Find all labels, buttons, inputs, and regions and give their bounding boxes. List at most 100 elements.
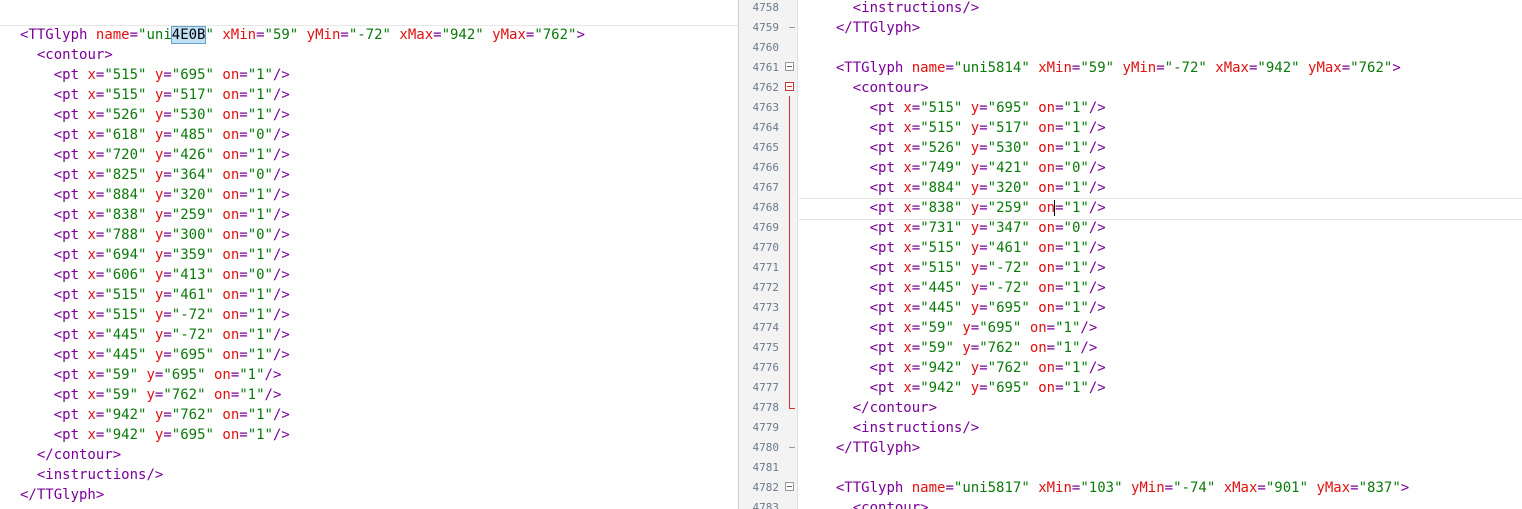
code-line[interactable]: <pt x="720" y="426" on="1"/> — [0, 145, 738, 165]
code-line[interactable]: 4766 <pt x="749" y="421" on="0"/> — [739, 158, 1522, 178]
code-line-text: <pt x="59" y="695" on="1"/> — [819, 318, 1098, 338]
code-token: = — [979, 100, 988, 116]
code-line[interactable]: <pt x="445" y="695" on="1"/> — [0, 345, 738, 365]
fold-toggle-icon[interactable] — [785, 82, 794, 91]
code-line[interactable]: <pt x="59" y="695" on="1"/> — [0, 365, 738, 385]
code-token: y — [970, 280, 980, 296]
code-token: xMax — [1223, 480, 1258, 496]
code-line[interactable]: 4782 <TTGlyph name="uni5817" xMin="103" … — [739, 478, 1522, 498]
code-line[interactable]: 4769 <pt x="731" y="347" on="0"/> — [739, 218, 1522, 238]
code-token: x — [903, 240, 912, 256]
code-line[interactable]: 4771 <pt x="515" y="-72" on="1"/> — [739, 258, 1522, 278]
code-line-text: <pt x="606" y="413" on="0"/> — [20, 265, 290, 285]
code-line[interactable]: <pt x="694" y="359" on="1"/> — [0, 245, 738, 265]
code-token: xMin — [222, 27, 257, 43]
code-line[interactable]: 4773 <pt x="445" y="695" on="1"/> — [739, 298, 1522, 318]
code-token: /> — [962, 0, 980, 16]
code-token: pt — [878, 180, 895, 196]
code-token: = — [1156, 60, 1165, 76]
code-line[interactable]: 4774 <pt x="59" y="695" on="1"/> — [739, 318, 1522, 338]
left-editor-pane[interactable]: <TTGlyph name="uni4E0B" xMin="59" yMin="… — [0, 0, 738, 509]
code-line[interactable]: 4783 <contour> — [739, 498, 1522, 509]
code-token: x — [903, 320, 912, 336]
code-line[interactable]: 4763 <pt x="515" y="695" on="1"/> — [739, 98, 1522, 118]
code-line[interactable]: 4764 <pt x="515" y="517" on="1"/> — [739, 118, 1522, 138]
code-line[interactable]: <pt x="606" y="413" on="0"/> — [0, 265, 738, 285]
code-token: /> — [272, 67, 290, 83]
code-line[interactable]: <pt x="825" y="364" on="0"/> — [0, 165, 738, 185]
code-token: "838" — [104, 207, 147, 223]
code-line[interactable]: <pt x="884" y="320" on="1"/> — [0, 185, 738, 205]
code-line[interactable]: </contour> — [0, 445, 738, 465]
code-line[interactable]: <pt x="515" y="461" on="1"/> — [0, 285, 738, 305]
code-line[interactable]: 4765 <pt x="526" y="530" on="1"/> — [739, 138, 1522, 158]
code-line[interactable]: <pt x="515" y="517" on="1"/> — [0, 85, 738, 105]
code-token: "838" — [920, 200, 963, 216]
code-line[interactable]: <pt x="838" y="259" on="1"/> — [0, 205, 738, 225]
fold-toggle-icon[interactable] — [785, 482, 794, 491]
code-token: "259" — [987, 200, 1030, 216]
code-line[interactable]: <pt x="942" y="695" on="1"/> — [0, 425, 738, 445]
code-line[interactable]: <TTGlyph name="uni4E0B" xMin="59" yMin="… — [0, 25, 738, 45]
code-token: x — [903, 140, 912, 156]
code-line[interactable]: 4772 <pt x="445" y="-72" on="1"/> — [739, 278, 1522, 298]
code-token: x — [87, 187, 96, 203]
code-line[interactable]: 4759 </TTGlyph> — [739, 18, 1522, 38]
code-line[interactable]: 4777 <pt x="942" y="695" on="1"/> — [739, 378, 1522, 398]
code-line[interactable]: 4762 <contour> — [739, 78, 1522, 98]
code-line[interactable]: <pt x="942" y="762" on="1"/> — [0, 405, 738, 425]
code-line[interactable]: <pt x="445" y="-72" on="1"/> — [0, 325, 738, 345]
code-line[interactable]: 4758 <instructions/> — [739, 0, 1522, 18]
code-line[interactable]: 4761 <TTGlyph name="uni5814" xMin="59" y… — [739, 58, 1522, 78]
code-line[interactable]: 4776 <pt x="942" y="762" on="1"/> — [739, 358, 1522, 378]
code-token: on — [222, 87, 240, 103]
code-token: /> — [272, 327, 290, 343]
code-line[interactable]: 4768 <pt x="838" y="259" on="1"/> — [739, 198, 1522, 218]
right-editor-pane[interactable]: 4758 <instructions/> 4759 </TTGlyph> 4760 4… — [738, 0, 1522, 509]
code-line[interactable]: 4770 <pt x="515" y="461" on="1"/> — [739, 238, 1522, 258]
code-token: x — [903, 220, 912, 236]
code-token: "413" — [171, 267, 214, 283]
code-token: < — [869, 120, 879, 136]
code-area[interactable]: 4758 <instructions/> 4759 </TTGlyph> 4760 4… — [739, 0, 1522, 509]
code-line[interactable]: <pt x="515" y="-72" on="1"/> — [0, 305, 738, 325]
code-line[interactable]: <pt x="59" y="762" on="1"/> — [0, 385, 738, 405]
code-token: TTGlyph — [852, 440, 912, 456]
code-token: "uni5817" — [953, 480, 1030, 496]
code-token: y — [962, 320, 971, 336]
code-token: = — [1055, 180, 1064, 196]
code-line-text: </contour> — [819, 398, 937, 418]
code-line[interactable]: <contour> — [0, 45, 738, 65]
code-line[interactable]: 4767 <pt x="884" y="320" on="1"/> — [739, 178, 1522, 198]
code-token: pt — [878, 160, 895, 176]
code-token: /> — [272, 207, 290, 223]
code-line[interactable]: 4760 — [739, 38, 1522, 58]
code-line[interactable]: </TTGlyph> — [0, 485, 738, 505]
code-line[interactable]: <instructions/> — [0, 465, 738, 485]
code-token: > — [911, 20, 921, 36]
code-line[interactable]: 4779 <instructions/> — [739, 418, 1522, 438]
code-token: "695" — [987, 100, 1030, 116]
code-line[interactable]: 4778 </contour> — [739, 398, 1522, 418]
code-line[interactable]: <pt x="515" y="695" on="1"/> — [0, 65, 738, 85]
code-area[interactable]: <TTGlyph name="uni4E0B" xMin="59" yMin="… — [0, 0, 738, 509]
code-line[interactable]: 4780 </TTGlyph> — [739, 438, 1522, 458]
code-line[interactable]: 4775 <pt x="59" y="762" on="1"/> — [739, 338, 1522, 358]
code-token: </ — [835, 20, 853, 36]
code-line[interactable]: 4781 — [739, 458, 1522, 478]
code-line[interactable]: <pt x="618" y="485" on="0"/> — [0, 125, 738, 145]
line-number: 4763 — [752, 101, 780, 114]
code-token: pt — [62, 107, 80, 123]
code-token: on — [1038, 300, 1056, 316]
fold-toggle-icon[interactable] — [785, 62, 794, 71]
code-token: < — [869, 280, 879, 296]
code-token: x — [87, 247, 96, 263]
code-token: on — [222, 267, 240, 283]
code-line[interactable]: <pt x="526" y="530" on="1"/> — [0, 105, 738, 125]
code-line[interactable]: <pt x="788" y="300" on="0"/> — [0, 225, 738, 245]
